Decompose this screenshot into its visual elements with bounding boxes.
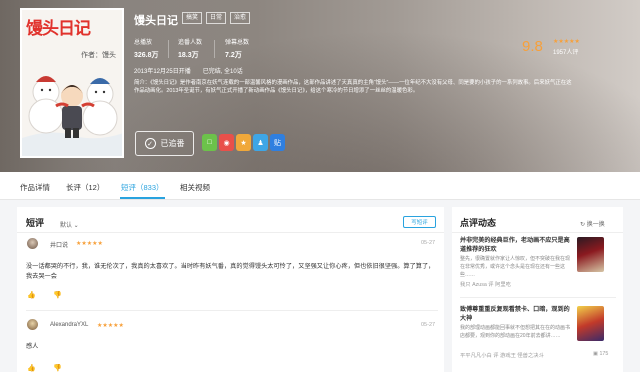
- stat-value: 326.8万: [134, 52, 159, 59]
- rater-count: 1957人评: [553, 50, 579, 56]
- tieba-share-icon[interactable]: 贴: [270, 134, 285, 151]
- air-info: 2013年12月25日开播 已完结, 全10话: [134, 69, 243, 75]
- tag-item[interactable]: 治愈: [230, 12, 251, 24]
- phone-share-icon[interactable]: □: [202, 134, 217, 151]
- tag-list: 搞笑 日常 治愈: [182, 12, 251, 24]
- stat-value: 18.3万: [178, 52, 199, 59]
- score-stars: ★★★★★: [553, 39, 580, 45]
- review-stars: ★★★★★: [76, 241, 103, 247]
- review-text: 没一话都哭的不行，我，谁无伦次了，我真的太喜欢了。当时昨有妖气番，真的觉得馒头太…: [26, 263, 435, 280]
- thumbs-up-icon[interactable]: 👍: [27, 291, 36, 299]
- check-icon: ✓: [144, 138, 156, 149]
- stat-plays: 总播放 326.8万: [134, 37, 159, 60]
- follow-label: 已追番: [160, 139, 185, 148]
- score-value: 9.8: [522, 38, 543, 55]
- stat-followers: 追番人数 18.3万: [178, 37, 202, 60]
- divider: [452, 232, 623, 233]
- news-meta: 我只 Azusa 评 阿里吃: [460, 282, 511, 288]
- divider: [26, 310, 438, 311]
- divider: [168, 40, 169, 58]
- review-text: 感人: [26, 343, 39, 350]
- tab-details[interactable]: 作品详情: [20, 182, 50, 193]
- review-username[interactable]: 井口说: [50, 240, 68, 249]
- qzone-share-icon[interactable]: ★: [236, 134, 251, 151]
- write-review-button[interactable]: 写短评: [403, 216, 436, 228]
- news-thumbnail[interactable]: [577, 306, 604, 341]
- active-tab-indicator: [120, 197, 165, 199]
- cover-image[interactable]: 馒头日记 作者：馒头: [20, 8, 124, 158]
- news-heading: 点评动态: [460, 218, 497, 228]
- news-excerpt: 整先，很确置就作家让人惊叹，但不突破在我在现在非常优秀，或许这个念头是在现在还有…: [460, 256, 571, 278]
- thumbs-up-icon[interactable]: 👍: [27, 364, 36, 372]
- tag-item[interactable]: 日常: [206, 12, 227, 24]
- tab-bar: 作品详情 长评（12） 短评（833） 相关视频: [0, 172, 640, 200]
- sort-dropdown[interactable]: 默认 ⌄: [60, 220, 79, 229]
- weibo-share-icon[interactable]: ◉: [219, 134, 234, 151]
- follow-button[interactable]: ✓ 已追番: [135, 131, 194, 156]
- review-date: 05-27: [421, 322, 436, 328]
- avatar[interactable]: [27, 238, 38, 249]
- stat-danmaku: 弹幕总数 7.2万: [225, 37, 249, 60]
- news-meta: 平平凡凡小白 评 游戏王 怪兽之决斗: [460, 353, 544, 359]
- hero-banner: 馒头日记 作者：馒头 馒头日记 搞笑 日常 治愈 总播放 326.8万 追番人数…: [0, 0, 640, 172]
- refresh-button[interactable]: ↻ 换一换: [580, 219, 605, 228]
- refresh-label: 换一换: [586, 222, 605, 228]
- thumbs-down-icon[interactable]: 👎: [53, 291, 62, 299]
- chevron-down-icon: ⌄: [72, 223, 79, 229]
- stat-label: 总播放: [134, 40, 153, 46]
- news-title[interactable]: 并非完美的经典巨作，老动画不应只是高道推荐的狂欢: [460, 236, 570, 255]
- tag-item[interactable]: 搞笑: [182, 12, 203, 24]
- tab-related-videos[interactable]: 相关视频: [180, 182, 210, 193]
- review-username[interactable]: AlexandraYXL: [50, 322, 88, 328]
- sort-label: 默认: [60, 223, 73, 229]
- news-comment-count: ▣ 175: [593, 351, 609, 357]
- news-excerpt: 我的部理动画都能回事就不但想把其在在的动画书店都要，观到你的部动画在20年前去都…: [460, 325, 571, 339]
- news-thumbnail[interactable]: [577, 237, 604, 272]
- stat-label: 追番人数: [178, 40, 203, 46]
- qq-share-icon[interactable]: ♟: [253, 134, 268, 151]
- avatar[interactable]: [27, 319, 38, 330]
- thumbs-down-icon[interactable]: 👎: [53, 364, 62, 372]
- cover-title: 馒头日记: [26, 19, 91, 39]
- review-date: 05-27: [421, 240, 436, 246]
- reviews-heading: 短评: [26, 218, 45, 228]
- news-title[interactable]: 致傅尊重重反复观看禁卡、口暗，观到的大神: [460, 305, 570, 324]
- synopsis: 简介：《馒头日记》是作者南京在妖气连载的一部温馨风格的漫画作品，这部作品讲述了天…: [134, 80, 572, 95]
- tab-short-reviews[interactable]: 短评（833）: [121, 182, 164, 193]
- cover-author: 作者：馒头: [81, 52, 116, 59]
- anime-title: 馒头日记: [134, 15, 178, 27]
- share-bar: □ ◉ ★ ♟ 贴: [202, 134, 285, 151]
- stat-label: 弹幕总数: [225, 40, 250, 46]
- stat-value: 7.2万: [225, 52, 242, 59]
- refresh-icon: ↻: [580, 222, 587, 228]
- divider: [460, 297, 616, 298]
- divider: [214, 40, 215, 58]
- divider: [17, 232, 444, 233]
- tab-long-reviews[interactable]: 长评（12）: [66, 182, 104, 193]
- review-stars: ★★★★★: [97, 323, 124, 329]
